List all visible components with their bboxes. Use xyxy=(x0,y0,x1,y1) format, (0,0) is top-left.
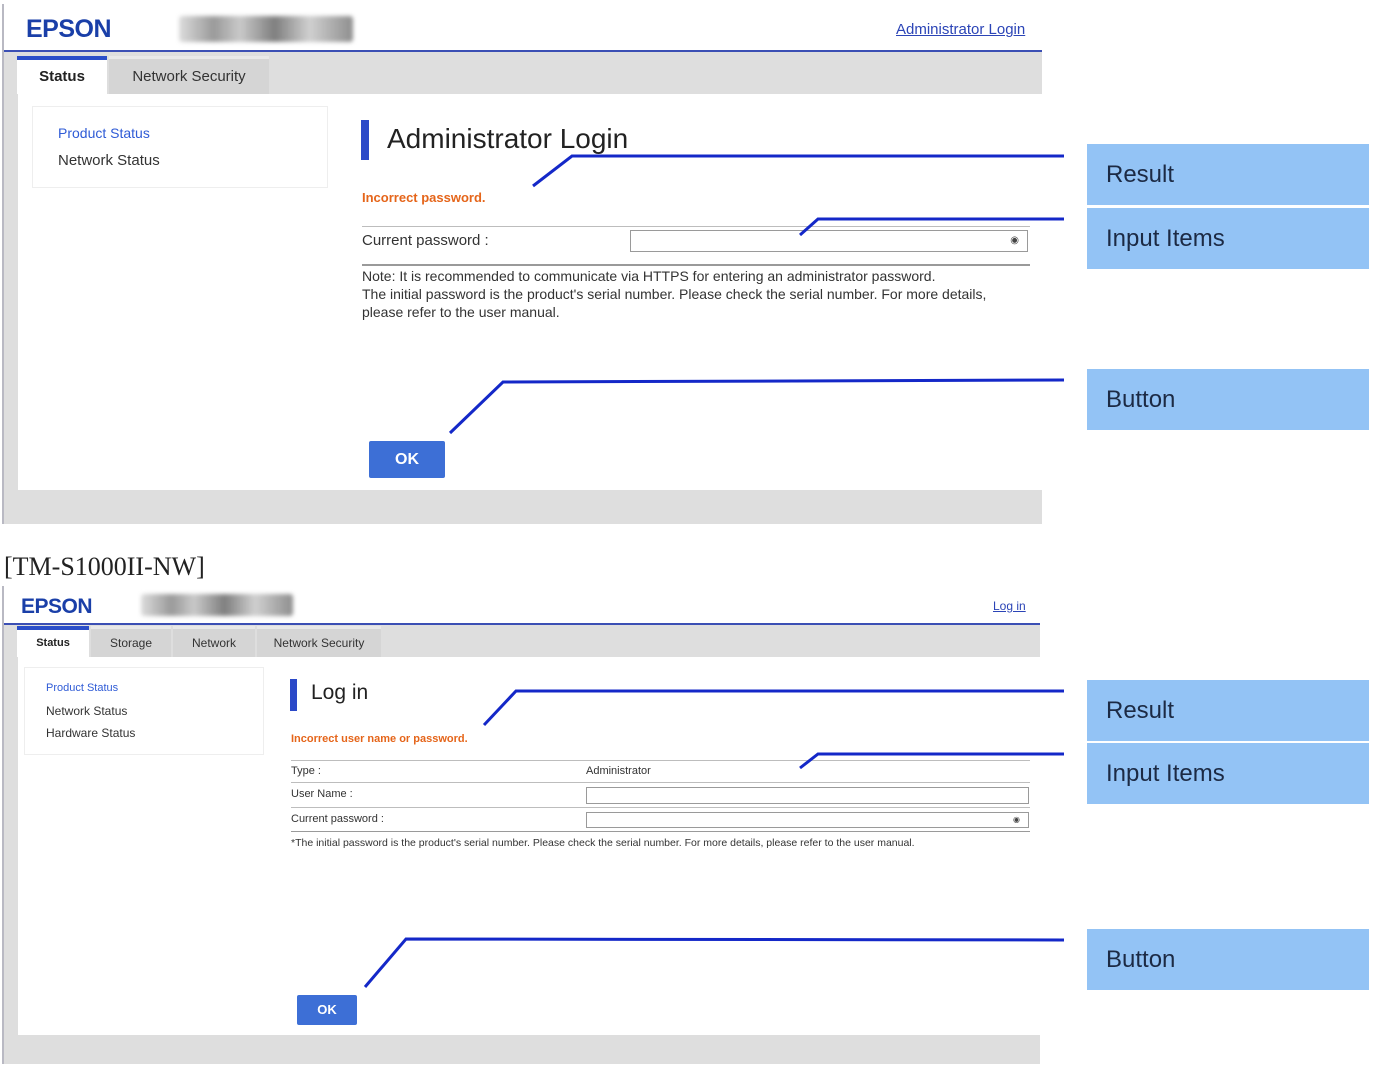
leader-result-bottom xyxy=(482,689,1064,727)
leader-input-items-top xyxy=(799,217,1064,237)
callout-result-top: Result xyxy=(1087,144,1369,205)
leader-button-bottom xyxy=(363,937,1065,988)
callout-input-items-bottom: Input Items xyxy=(1087,743,1369,804)
callout-result-bottom: Result xyxy=(1087,680,1369,741)
callout-button-bottom: Button xyxy=(1087,929,1369,990)
callout-button-top: Button xyxy=(1087,369,1369,430)
leader-result-top xyxy=(532,154,1064,188)
leader-input-items-bottom xyxy=(799,752,1064,770)
callout-input-items-top: Input Items xyxy=(1087,208,1369,269)
leader-button-top xyxy=(448,378,1065,435)
